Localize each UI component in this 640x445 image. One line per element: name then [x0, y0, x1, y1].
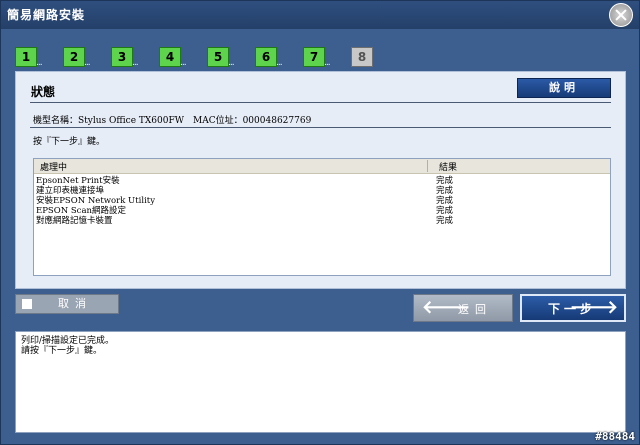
list-header: 處理中 結果: [34, 159, 610, 174]
arrow-right-icon: 🡒: [569, 297, 618, 318]
step-number: 3: [111, 47, 133, 67]
step-number: 6: [255, 47, 277, 67]
status-panel: 狀態 說明 機型名稱：Stylus Office TX600FW MAC位址：0…: [15, 71, 626, 289]
step-dots: ...: [276, 58, 283, 68]
step-number: 5: [207, 47, 229, 67]
step-dots: ...: [84, 58, 91, 68]
cancel-label: 取消: [58, 297, 92, 310]
list-item: 安裝EPSON Network Utility 完成: [36, 196, 606, 206]
task-result: 完成: [436, 206, 454, 216]
step-dots: ...: [180, 58, 187, 68]
task-name: 對應網路記憶卡裝置: [36, 216, 113, 226]
panel-title: 狀態: [31, 85, 56, 99]
task-result: 完成: [436, 186, 454, 196]
back-label: 返回: [458, 303, 492, 316]
next-button[interactable]: 下一步 🡒: [520, 294, 626, 322]
list-item: 建立印表機連接埠 完成: [36, 186, 606, 196]
column-header-result[interactable]: 結果: [439, 160, 457, 173]
list-item: EpsonNet Print安裝 完成: [36, 176, 606, 186]
cancel-box-icon: [22, 299, 32, 309]
step-number: 4: [159, 47, 181, 67]
task-result: 完成: [436, 176, 454, 186]
list-item: 對應網路記憶卡裝置 完成: [36, 216, 606, 226]
column-separator[interactable]: [427, 160, 428, 172]
step-dots: ...: [132, 58, 139, 68]
cancel-button[interactable]: 取消: [15, 294, 119, 314]
step-dots: ...: [324, 58, 331, 68]
task-name: EpsonNet Print安裝: [36, 176, 120, 186]
task-name: 安裝EPSON Network Utility: [36, 196, 156, 206]
close-icon[interactable]: [609, 3, 633, 27]
setup-window: 簡易網路安裝 1 ... 2 ... 3 ... 4 ... 5 ... 6 .…: [0, 0, 640, 445]
watermark: #88484: [595, 430, 635, 443]
task-result: 完成: [436, 196, 454, 206]
title-bar: 簡易網路安裝: [1, 1, 639, 29]
step-number: 2: [63, 47, 85, 67]
window-title: 簡易網路安裝: [7, 8, 86, 22]
step-number: 7: [303, 47, 325, 67]
back-button[interactable]: 🡐 返回: [413, 294, 513, 322]
instruction-text: 按『下一步』鍵。: [33, 137, 106, 147]
task-result: 完成: [436, 216, 454, 226]
divider: [30, 127, 611, 128]
step-number: 8: [351, 47, 373, 67]
column-header-task[interactable]: 處理中: [40, 160, 67, 173]
list-item: EPSON Scan網路設定 完成: [36, 206, 606, 216]
progress-list[interactable]: 處理中 結果 EpsonNet Print安裝 完成 建立印表機連接埠 完成 安…: [33, 158, 611, 276]
step-dots: ...: [36, 58, 43, 68]
message-area: 列印/掃描設定已完成。 請按『下一步』鍵。: [15, 331, 626, 433]
help-button[interactable]: 說明: [517, 78, 611, 98]
task-name: 建立印表機連接埠: [36, 186, 105, 196]
step-dots: ...: [228, 58, 235, 68]
message-line: 請按『下一步』鍵。: [21, 346, 103, 356]
task-name: EPSON Scan網路設定: [36, 206, 126, 216]
model-info: 機型名稱：Stylus Office TX600FW MAC位址：0000486…: [33, 116, 312, 126]
step-number: 1: [15, 47, 37, 67]
message-line: 列印/掃描設定已完成。: [21, 336, 115, 346]
divider: [30, 102, 611, 103]
